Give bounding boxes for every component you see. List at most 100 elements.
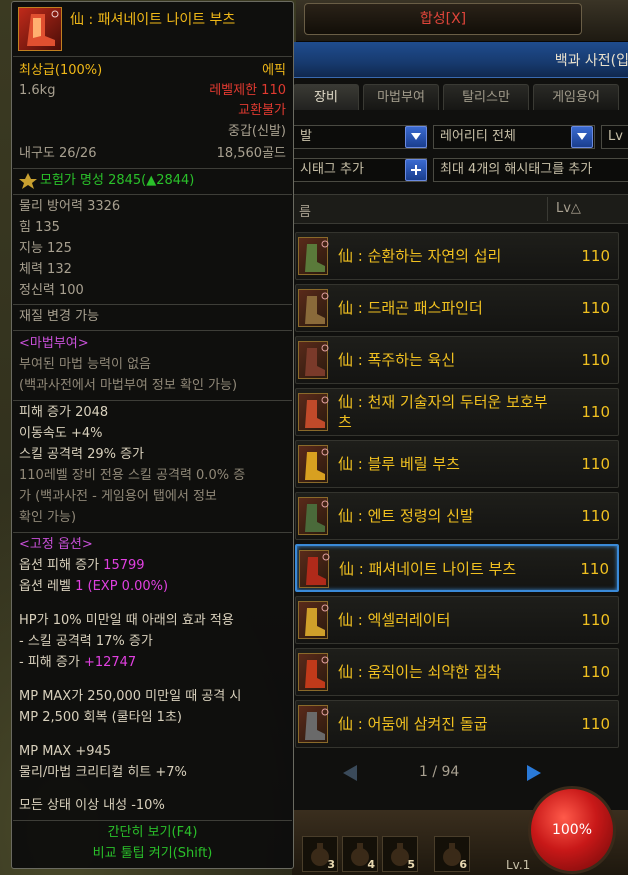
item-rarity: 에픽 [262, 63, 286, 78]
divider [13, 820, 292, 821]
list-item[interactable]: 仙 : 블루 베릴 부츠 110 [295, 440, 619, 488]
stat-line: 힘 135 [19, 220, 60, 235]
boots-icon [298, 497, 329, 535]
skill-note-line: 확인 가능) [19, 510, 77, 525]
item-level: 110 [581, 403, 610, 421]
item-level: 110 [581, 663, 610, 681]
list-item[interactable]: 仙 : 폭주하는 육신 110 [295, 336, 619, 384]
fixed-option-level: 옵션 레벨 1 (EXP 0.00%) [19, 578, 168, 596]
list-item[interactable]: 仙 : 천재 기술자의 두터운 보호부츠 110 [295, 388, 619, 436]
tab-talisman[interactable]: 탈리스만 [443, 84, 529, 110]
hp-percent: 100% [551, 822, 593, 838]
page-indicator: 1 / 94 [419, 764, 460, 780]
item-name: 仙 : 순환하는 자연의 섭리 [338, 247, 502, 265]
item-level: 110 [581, 715, 610, 733]
stat-line: 정신력 100 [19, 283, 84, 298]
enchant-line: (백과사전에서 마법부여 정보 확인 가능) [19, 378, 238, 393]
boots-icon [298, 601, 329, 639]
slot-number: 6 [459, 858, 467, 871]
encyclopedia-title: 백과 사전(입 [554, 53, 628, 69]
level-filter-select[interactable]: Lv [601, 125, 628, 149]
material-change: 재질 변경 가능 [19, 309, 100, 324]
item-name: 仙 : 움직이는 쇠약한 집착 [338, 663, 502, 681]
item-level: 110 [581, 351, 610, 369]
hashtag-add-button[interactable] [405, 159, 427, 181]
rarity-filter-dropdown-button[interactable] [571, 126, 593, 148]
boots-icon [299, 550, 330, 588]
boots-icon [298, 237, 329, 275]
list-item[interactable]: 仙 : 드래곤 패스파인더 110 [295, 284, 619, 332]
fixed-option-damage-label: 옵션 피해 증가 [19, 558, 104, 573]
boots-icon [298, 393, 329, 431]
item-name: 仙 : 천재 기술자의 두터운 보호부츠 [338, 393, 548, 431]
quick-slot[interactable]: 4 [342, 836, 378, 872]
armor-type: 중갑(신발) [228, 124, 286, 139]
quick-slot[interactable]: 3 [302, 836, 338, 872]
hashtag-placeholder: 최대 4개의 해시태그를 추가 [440, 162, 593, 177]
status-resist: 모든 상태 이상 내성 -10% [19, 798, 165, 813]
hp-effect-skill: - 스킬 공격력 17% 증가 [19, 634, 153, 649]
level-limit: 레벨제한 110 [209, 83, 286, 98]
enchant-header: <마법부여> [19, 336, 89, 351]
trade-status: 교환불가 [238, 103, 286, 118]
fixed-option-damage-value: 15799 [103, 558, 145, 573]
level-column-header[interactable]: Lv△ [547, 197, 611, 221]
hp-effect-condition: HP가 10% 미만일 때 아래의 효과 적용 [19, 613, 234, 628]
list-item[interactable]: 仙 : 순환하는 자연의 섭리 110 [295, 232, 619, 280]
level-filter-value: Lv [608, 129, 623, 144]
list-item-selected[interactable]: 仙 : 패셔네이트 나이트 부츠 110 [295, 544, 619, 592]
tooltip-item-name: 仙 : 패셔네이트 나이트 부츠 [70, 12, 236, 28]
mp-effect-line: MP MAX가 250,000 미만일 때 공격 시 [19, 689, 242, 704]
character-level: Lv.1 [506, 858, 531, 872]
craft-tab[interactable]: 합성[X] [304, 3, 582, 35]
encyclopedia-window: 백과 사전(입 장비 마법부여 탈리스만 게임용어 발 레어리티 전체 Lv 시… [292, 42, 628, 812]
item-tooltip: 仙 : 패셔네이트 나이트 부츠 최상급(100%) 에픽 1.6kg 레벨제한… [11, 1, 294, 869]
tab-enchant[interactable]: 마법부여 [363, 84, 439, 110]
item-name: 仙 : 폭주하는 육신 [338, 351, 456, 369]
item-list-header: 름 Lv△ [293, 194, 628, 224]
item-grade: 최상급(100%) [19, 63, 103, 78]
type-filter-dropdown-button[interactable] [405, 126, 427, 148]
skill-note-line: 가 (백과사전 - 게임용어 탭에서 정보 [19, 489, 217, 504]
tab-glossary[interactable]: 게임용어 [533, 84, 619, 110]
hashtag-input[interactable]: 최대 4개의 해시태그를 추가 [433, 158, 628, 182]
list-item[interactable]: 仙 : 엑셀러레이터 110 [295, 596, 619, 644]
boots-icon [298, 445, 329, 483]
item-level: 110 [581, 455, 610, 473]
next-page-icon[interactable] [525, 764, 543, 782]
level-column-label: Lv△ [556, 201, 581, 216]
list-item[interactable]: 仙 : 어둠에 삼켜진 돌굽 110 [295, 700, 619, 748]
tab-equipment[interactable]: 장비 [293, 84, 359, 110]
stat-line: 체력 132 [19, 262, 72, 277]
divider [13, 304, 292, 305]
boots-icon [27, 10, 59, 46]
quick-slot[interactable]: 5 [382, 836, 418, 872]
plus-icon [411, 165, 421, 175]
compare-tooltip-toggle[interactable]: 비교 툴팁 켜기(Shift) [12, 845, 293, 863]
divider [13, 56, 292, 57]
rarity-filter-value: 레어리티 전체 [440, 129, 516, 144]
item-price: 18,560골드 [216, 146, 286, 161]
chevron-down-icon [411, 133, 421, 140]
adventurer-fame: 모험가 명성 2845(▲2844) [40, 173, 195, 188]
name-column-header[interactable]: 름 [299, 201, 311, 220]
boots-icon [298, 653, 329, 691]
list-item[interactable]: 仙 : 엔트 정령의 신발 110 [295, 492, 619, 540]
extra-line: MP MAX +945 [19, 744, 112, 759]
prev-page-icon[interactable] [341, 764, 359, 782]
quick-slot[interactable]: 6 [434, 836, 470, 872]
extra-line: 물리/마법 크리티컬 히트 +7% [19, 765, 187, 780]
divider [13, 400, 292, 401]
item-level: 110 [581, 507, 610, 525]
item-icon-frame [18, 7, 62, 51]
slot-number: 4 [367, 858, 375, 871]
fixed-option-damage: 옵션 피해 증가 15799 [19, 557, 145, 575]
item-weight: 1.6kg [19, 83, 56, 98]
divider [13, 532, 292, 533]
item-name: 仙 : 어둠에 삼켜진 돌굽 [338, 715, 488, 733]
divider [13, 194, 292, 195]
boots-icon [298, 289, 329, 327]
stat-line: 물리 방어력 3326 [19, 199, 121, 214]
simple-view-toggle[interactable]: 간단히 보기(F4) [12, 824, 293, 842]
list-item[interactable]: 仙 : 움직이는 쇠약한 집착 110 [295, 648, 619, 696]
